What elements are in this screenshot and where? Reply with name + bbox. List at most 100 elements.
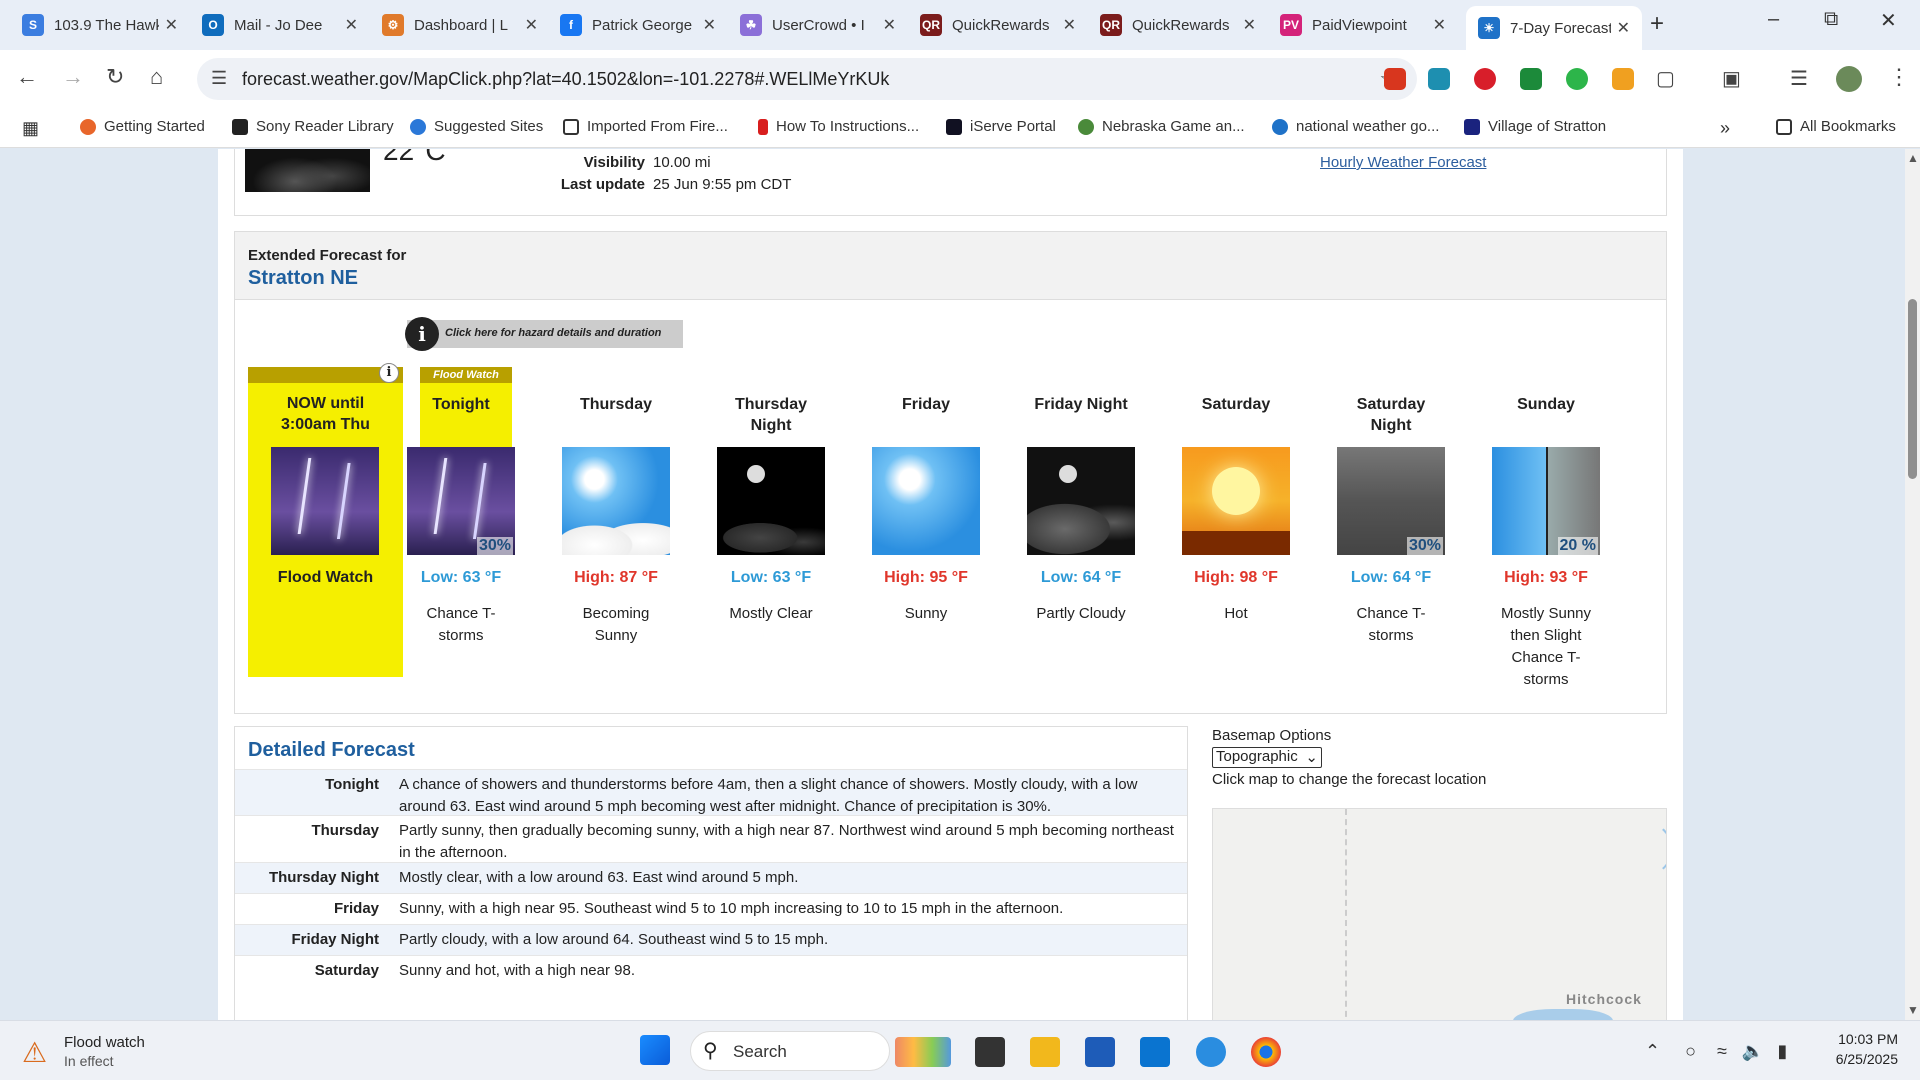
close-window-button[interactable]: ✕ (1880, 8, 1897, 33)
windows-start-icon[interactable] (640, 1035, 670, 1065)
noaa-icon (1272, 118, 1288, 135)
network-warning-icon[interactable]: ○ (1685, 1041, 1696, 1061)
reload-icon[interactable]: ↻ (106, 64, 124, 90)
bookmark-getting-started[interactable]: Getting Started (80, 118, 205, 135)
extension-icon[interactable] (1428, 68, 1450, 90)
wifi-icon[interactable]: ≈ (1717, 1041, 1727, 1061)
tab[interactable]: f Patrick George ✕ (548, 6, 728, 44)
tab[interactable]: O Mail - Jo Dee ✕ (190, 6, 370, 44)
bookmark-imported[interactable]: Imported From Fire... (563, 118, 728, 135)
tab[interactable]: QR QuickRewards ✕ (908, 6, 1088, 44)
tab-search-icon[interactable]: ▣ (1722, 66, 1741, 91)
bookmark-stratton[interactable]: Village of Stratton (1464, 118, 1606, 135)
task-view-icon[interactable] (975, 1037, 1005, 1067)
close-tab-icon[interactable]: ✕ (1063, 15, 1076, 35)
extension-icon[interactable] (1474, 68, 1496, 90)
file-explorer-icon[interactable] (1030, 1037, 1060, 1067)
scroll-down-icon[interactable]: ▼ (1907, 1003, 1919, 1017)
clock[interactable]: 10:03 PM 6/25/2025 (1820, 1029, 1898, 1069)
period-description: Chance T-storms (1356, 605, 1426, 644)
extension-icon[interactable] (1520, 68, 1542, 90)
scrollbar[interactable]: ▲ ▼ (1905, 149, 1920, 1020)
tab-favicon-icon: PV (1280, 14, 1302, 36)
address-bar[interactable]: ☰ forecast.weather.gov/MapClick.php?lat=… (197, 58, 1417, 100)
forward-icon[interactable]: → (62, 64, 84, 90)
extended-forecast: Extended Forecast for Stratton NE i Clic… (234, 231, 1667, 714)
bookmark-iserve[interactable]: iServe Portal (946, 118, 1056, 135)
close-tab-icon[interactable]: ✕ (703, 15, 716, 35)
tab[interactable]: ☘ UserCrowd • I ✕ (728, 6, 908, 44)
site-info-icon[interactable]: ☰ (211, 68, 227, 89)
close-tab-icon[interactable]: ✕ (345, 15, 358, 35)
basemap-select[interactable]: Topographic ⌄ (1212, 747, 1322, 768)
myhp-icon[interactable] (1140, 1037, 1170, 1067)
close-tab-icon[interactable]: ✕ (1243, 15, 1256, 35)
home-icon[interactable]: ⌂ (150, 64, 163, 90)
close-tab-icon[interactable]: ✕ (1433, 15, 1446, 35)
close-tab-icon[interactable]: ✕ (1617, 18, 1630, 38)
hourly-forecast-link[interactable]: Hourly Weather Forecast (1320, 154, 1486, 171)
tab[interactable]: ☀ 7-Day Forecast ✕ (1466, 6, 1642, 50)
tab[interactable]: QR QuickRewards ✕ (1088, 6, 1268, 44)
alert-subtitle: In effect (64, 1053, 114, 1069)
detail-text: Mostly clear, with a low around 63. East… (399, 869, 799, 886)
forecast-period[interactable]: Friday Night Low: 64 °F Partly Cloudy (1027, 367, 1177, 697)
now-hazard-column[interactable]: i NOW until 3:00am Thu Flood Watch (248, 363, 403, 677)
avatar[interactable] (1836, 66, 1862, 92)
help-icon[interactable] (1196, 1037, 1226, 1067)
bookmark-nws[interactable]: national weather go... (1272, 118, 1439, 135)
extension-icon[interactable] (1384, 68, 1406, 90)
detail-period: Thursday Night (268, 869, 379, 886)
tab[interactable]: S 103.9 The Hawk ✕ (10, 6, 190, 44)
bookmark-suggested-sites[interactable]: Suggested Sites (410, 118, 543, 135)
forecast-period[interactable]: Flood Watch Tonight 30% Low: 63 °F Chance T-… (407, 367, 557, 697)
battery-icon[interactable]: ▮ (1777, 1041, 1787, 1061)
info-icon: i (405, 317, 439, 351)
extensions-puzzle-icon[interactable]: ▢ (1656, 66, 1675, 91)
people-widget-icon[interactable] (895, 1037, 951, 1067)
close-tab-icon[interactable]: ✕ (165, 15, 178, 35)
back-icon[interactable]: ← (16, 64, 38, 90)
store-icon[interactable] (1085, 1037, 1115, 1067)
bookmark-how-to[interactable]: How To Instructions... (758, 118, 919, 135)
bookmarks-bar: ▦ Getting Started Sony Reader Library Su… (0, 108, 1920, 148)
more-bookmarks-icon[interactable]: » (1720, 118, 1730, 139)
basemap-label: Basemap Options (1212, 727, 1332, 744)
bookmark-nebraska-game[interactable]: Nebraska Game an... (1078, 118, 1245, 135)
info-icon[interactable]: i (379, 363, 399, 383)
apps-grid-icon[interactable]: ▦ (22, 118, 39, 139)
map-lake (1513, 1009, 1613, 1020)
scrollbar-thumb[interactable] (1908, 299, 1917, 479)
tab[interactable]: ⚙ Dashboard | L ✕ (370, 6, 550, 44)
new-tab-button[interactable]: + (1650, 10, 1664, 38)
media-icon[interactable]: ☰ (1790, 66, 1808, 91)
forecast-period[interactable]: Thursday Night Low: 63 °F Mostly Clear (717, 367, 867, 697)
period-description: Chance T-storms (426, 605, 496, 644)
bookmark-sony-reader[interactable]: Sony Reader Library (232, 118, 394, 135)
hazard-details-button[interactable]: i Click here for hazard details and dura… (405, 317, 683, 351)
forecast-period[interactable]: Saturday Night 30% Low: 64 °F Chance T-stor… (1337, 367, 1487, 697)
close-tab-icon[interactable]: ✕ (525, 15, 538, 35)
extension-icon[interactable] (1566, 68, 1588, 90)
menu-icon[interactable]: ⋮ (1888, 64, 1910, 90)
chevron-up-icon[interactable]: ⌃ (1645, 1041, 1660, 1061)
close-tab-icon[interactable]: ✕ (883, 15, 896, 35)
tab[interactable]: PV PaidViewpoint ✕ (1268, 6, 1458, 44)
forecast-period[interactable]: Friday High: 95 °F Sunny (872, 367, 1022, 697)
detailed-forecast-title: Detailed Forecast (248, 739, 415, 761)
browser-toolbar: ← → ↻ ⌂ ☰ forecast.weather.gov/MapClick.… (0, 50, 1920, 108)
taskbar-search[interactable]: ⚲ Search (690, 1031, 890, 1071)
forecast-period[interactable]: Thursday High: 87 °F Becoming Sunny (562, 367, 712, 697)
forecast-map[interactable]: Hitchcock (1212, 808, 1667, 1020)
chrome-icon[interactable] (1251, 1037, 1281, 1067)
volume-muted-icon[interactable]: 🔈 (1742, 1041, 1764, 1061)
detail-row: Friday Night Partly cloudy, with a low ar… (235, 924, 1187, 955)
restore-button[interactable]: ⧉ (1824, 8, 1838, 31)
scroll-up-icon[interactable]: ▲ (1907, 151, 1919, 165)
village-icon (1464, 118, 1480, 135)
minimize-button[interactable]: – (1768, 8, 1779, 31)
all-bookmarks[interactable]: All Bookmarks (1776, 118, 1896, 135)
forecast-period[interactable]: Saturday High: 98 °F Hot (1182, 367, 1332, 697)
forecast-period[interactable]: Sunday 20 % High: 93 °F Mostly Sunny then S… (1492, 367, 1642, 697)
extension-icon[interactable] (1612, 68, 1634, 90)
